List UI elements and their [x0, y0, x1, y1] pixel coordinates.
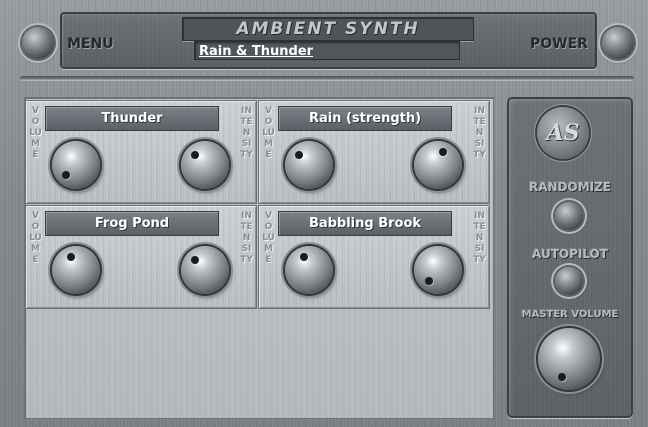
volume-label: VOLUME	[262, 106, 275, 160]
knob-indicator	[438, 147, 447, 156]
power-button[interactable]	[602, 27, 634, 59]
channel-rain: VOLUME Rain (strength) INTENSITY	[258, 100, 490, 204]
knob-indicator	[558, 373, 566, 381]
volume-label: VOLUME	[29, 211, 42, 265]
power-label: POWER	[530, 36, 588, 52]
intensity-knob[interactable]	[181, 246, 229, 294]
header-divider	[20, 76, 634, 81]
channel-name: Rain (strength)	[278, 106, 452, 131]
preset-name-display[interactable]: Rain & Thunder	[194, 41, 460, 60]
channel-name: Thunder	[45, 106, 219, 131]
master-volume-label: MASTER VOLUME	[521, 309, 619, 320]
channel-thunder: VOLUME Thunder INTENSITY	[25, 100, 257, 204]
volume-knob[interactable]	[285, 246, 333, 294]
channel-name: Babbling Brook	[278, 211, 452, 236]
knob-indicator	[191, 151, 200, 160]
randomize-button[interactable]	[555, 202, 583, 230]
logo: AS	[537, 107, 589, 159]
volume-label: VOLUME	[29, 106, 42, 160]
knob-indicator	[191, 256, 200, 265]
intensity-knob[interactable]	[414, 141, 462, 189]
knob-indicator	[67, 252, 76, 261]
intensity-label: INTENSITY	[240, 211, 253, 265]
knob-indicator	[425, 276, 433, 285]
app-title: AMBIENT SYNTH	[182, 17, 474, 41]
menu-label: MENU	[67, 36, 114, 52]
channel-name: Frog Pond	[45, 211, 219, 236]
volume-knob[interactable]	[52, 141, 100, 189]
knob-indicator	[300, 252, 309, 261]
volume-knob[interactable]	[285, 141, 333, 189]
intensity-label: INTENSITY	[240, 106, 253, 160]
randomize-label: RANDOMIZE	[528, 180, 612, 194]
intensity-label: INTENSITY	[473, 211, 486, 265]
channel-babbling-brook: VOLUME Babbling Brook INTENSITY	[258, 205, 490, 309]
autopilot-button[interactable]	[555, 267, 583, 295]
channels-area: VOLUME Thunder INTENSITY VOLUME Rain (st…	[25, 98, 493, 418]
channel-frog-pond: VOLUME Frog Pond INTENSITY	[25, 205, 257, 309]
knob-indicator	[62, 170, 71, 179]
volume-knob[interactable]	[52, 246, 100, 294]
menu-button[interactable]	[22, 27, 54, 59]
intensity-label: INTENSITY	[473, 106, 486, 160]
volume-label: VOLUME	[262, 211, 275, 265]
header: MENU AMBIENT SYNTH Rain & Thunder POWER	[0, 0, 648, 90]
autopilot-label: AUTOPILOT	[532, 247, 608, 261]
knob-indicator	[295, 151, 304, 160]
intensity-knob[interactable]	[181, 141, 229, 189]
intensity-knob[interactable]	[414, 246, 462, 294]
control-panel: AS RANDOMIZE AUTOPILOT MASTER VOLUME	[507, 97, 633, 418]
master-volume-knob[interactable]	[538, 328, 600, 390]
